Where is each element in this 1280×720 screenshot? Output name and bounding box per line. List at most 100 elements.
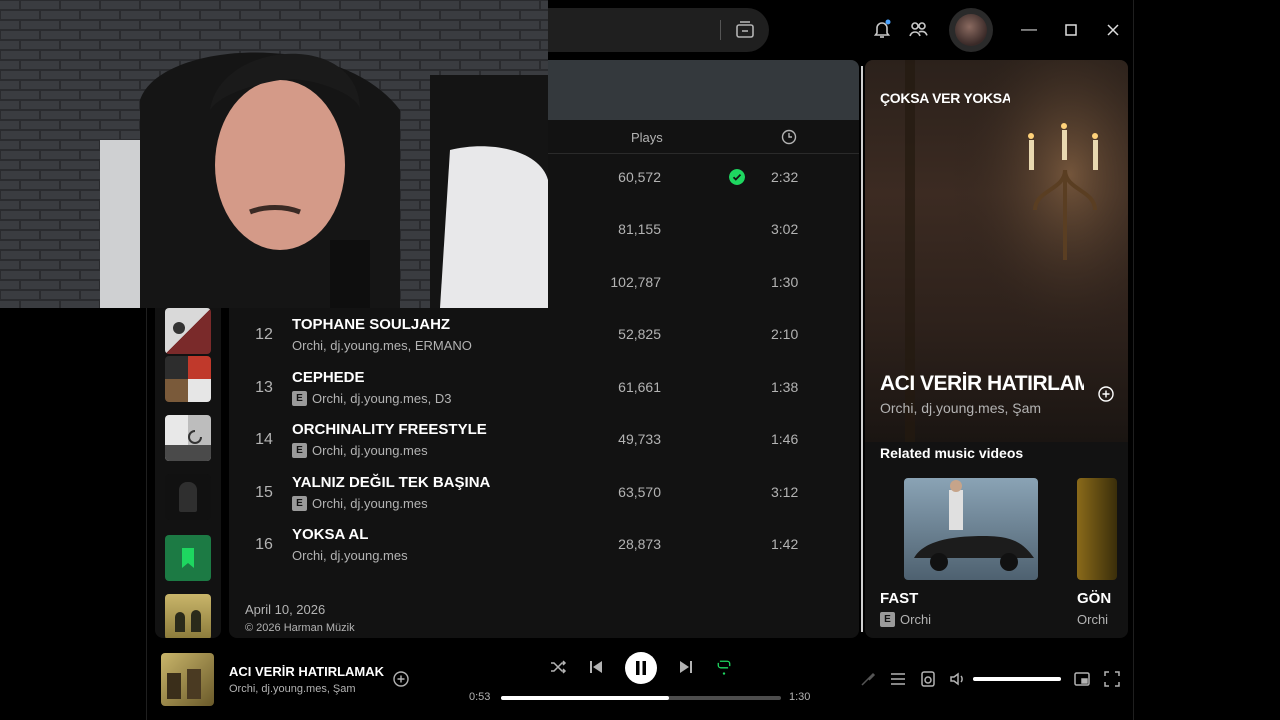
video-artist[interactable]: Orchi [1077,612,1108,627]
track-number: 12 [255,326,273,343]
miniplayer-icon[interactable] [1073,670,1091,688]
track-plays: 81,155 [618,221,661,237]
video-title[interactable]: GÖN [1077,590,1111,607]
repeat-icon[interactable] [715,658,733,676]
library-item[interactable] [165,474,211,520]
artists-text[interactable]: Orchi, dj.young.mes [292,548,408,563]
artists-text[interactable]: Orchi, dj.young.mes [312,496,428,511]
friend-activity-icon[interactable] [907,18,929,40]
car-image [914,480,1034,571]
cover-art-image [167,669,201,699]
volume-icon[interactable] [949,670,967,688]
track-duration: 1:46 [771,431,799,447]
elapsed-time: 0:53 [469,691,491,703]
queue-icon[interactable] [889,670,907,688]
track-row[interactable]: 14 ORCHINALITY FREESTYLE E Orchi, dj.youn… [229,416,859,468]
track-artists[interactable]: Orchi, dj.young.mes [292,548,408,563]
now-playing-panel: ÇOKSA VER YOKSA ACI VERİR HATIRLAMAK Orc… [865,60,1128,638]
explicit-badge: E [880,612,895,627]
track-artists[interactable]: E Orchi, dj.young.mes [292,443,428,458]
now-playing-cover[interactable] [161,653,214,706]
track-title[interactable]: TOPHANE SOULJAHZ [292,316,450,333]
connect-device-icon[interactable] [919,670,937,688]
track-duration: 2:32 [771,169,799,185]
user-avatar[interactable] [949,8,993,52]
saved-check-icon[interactable] [729,169,745,185]
artists-text[interactable]: Orchi, dj.young.mes, D3 [312,391,451,406]
plays-column-label: Plays [631,130,663,145]
pause-button[interactable] [625,652,657,684]
track-title[interactable]: YOKSA AL [292,526,368,543]
track-artists[interactable]: Orchi, dj.young.mes, ERMANO [292,338,472,353]
liked-songs-tile[interactable] [165,535,211,581]
track-artists[interactable]: E Orchi, dj.young.mes, D3 [292,391,451,406]
track-duration: 3:02 [771,221,799,237]
track-plays: 49,733 [618,431,661,447]
track-row[interactable]: 12 TOPHANE SOULJAHZ Orchi, dj.young.mes,… [229,311,859,363]
explicit-badge: E [292,443,307,458]
artists-text[interactable]: Orchi, dj.young.mes, ERMANO [292,338,472,353]
video-thumbnail[interactable] [1077,478,1117,580]
bookmark-icon [182,548,194,568]
player-track-title[interactable]: ACI VERİR HATIRLAMAK [229,664,384,679]
next-track-icon[interactable] [677,658,695,676]
track-row[interactable]: 16 YOKSA AL Orchi, dj.young.mes 28,873 1… [229,521,859,573]
webcam-person-image [0,0,548,308]
video-thumbnail[interactable] [904,478,1038,580]
video-artist-text[interactable]: Orchi [900,612,931,627]
track-duration: 1:42 [771,536,799,552]
video-title[interactable]: FAST [880,590,918,607]
player-track-artists[interactable]: Orchi, dj.young.mes, Şam [229,683,356,695]
progress-fill [501,696,669,700]
track-number: 15 [255,484,273,501]
panel-resize-handle[interactable] [861,66,863,632]
track-title[interactable]: ORCHINALITY FREESTYLE [292,421,487,438]
search-divider [720,20,721,40]
track-plays: 52,825 [618,326,661,342]
avatar-image [955,14,987,46]
volume-fill [973,677,1061,681]
artists-text[interactable]: Orchi, dj.young.mes [312,443,428,458]
maximize-icon[interactable] [1061,20,1081,40]
video-artist[interactable]: E Orchi [880,612,931,627]
now-playing-artists[interactable]: Orchi, dj.young.mes, Şam [880,400,1041,416]
library-item[interactable] [165,356,211,402]
track-number: 14 [255,431,273,448]
lyrics-icon[interactable] [859,670,877,688]
track-duration: 2:10 [771,326,799,342]
add-to-library-icon[interactable] [392,670,410,688]
close-icon[interactable] [1103,20,1123,40]
progress-bar[interactable] [501,696,781,700]
fullscreen-icon[interactable] [1103,670,1121,688]
panel-header-title[interactable]: ÇOKSA VER YOKSA [880,90,1010,106]
library-item[interactable] [165,308,211,354]
track-plays: 60,572 [618,169,661,185]
related-videos-heading: Related music videos [880,445,1024,461]
track-number: 13 [255,379,273,396]
track-plays: 28,873 [618,536,661,552]
add-to-library-icon[interactable] [1097,385,1115,403]
minimize-icon[interactable]: — [1019,20,1039,40]
copyright-text: © 2026 Harman Müzik [245,622,355,634]
video-artist-text[interactable]: Orchi [1077,612,1108,627]
track-row[interactable]: 15 YALNIZ DEĞIL TEK BAŞINA E Orchi, dj.yo… [229,469,859,521]
shuffle-icon[interactable] [549,658,567,676]
now-playing-title[interactable]: ACI VERİR HATIRLAMAK [880,372,1084,396]
clock-icon [781,129,797,145]
library-item[interactable] [165,415,211,461]
previous-track-icon[interactable] [587,658,605,676]
volume-slider[interactable] [973,677,1061,681]
track-row[interactable]: 13 CEPHEDE E Orchi, dj.young.mes, D3 61,6… [229,364,859,416]
library-item[interactable] [165,594,211,640]
track-artists[interactable]: E Orchi, dj.young.mes [292,496,428,511]
track-title[interactable]: CEPHEDE [292,369,365,386]
track-plays: 63,570 [618,484,661,500]
track-number: 16 [255,536,273,553]
webcam-overlay [0,0,548,308]
track-duration: 1:30 [771,274,799,290]
track-duration: 3:12 [771,484,799,500]
notifications-bell-icon[interactable] [871,18,893,40]
browse-icon[interactable] [735,20,755,40]
pause-icon [636,661,646,675]
track-title[interactable]: YALNIZ DEĞIL TEK BAŞINA [292,474,490,491]
